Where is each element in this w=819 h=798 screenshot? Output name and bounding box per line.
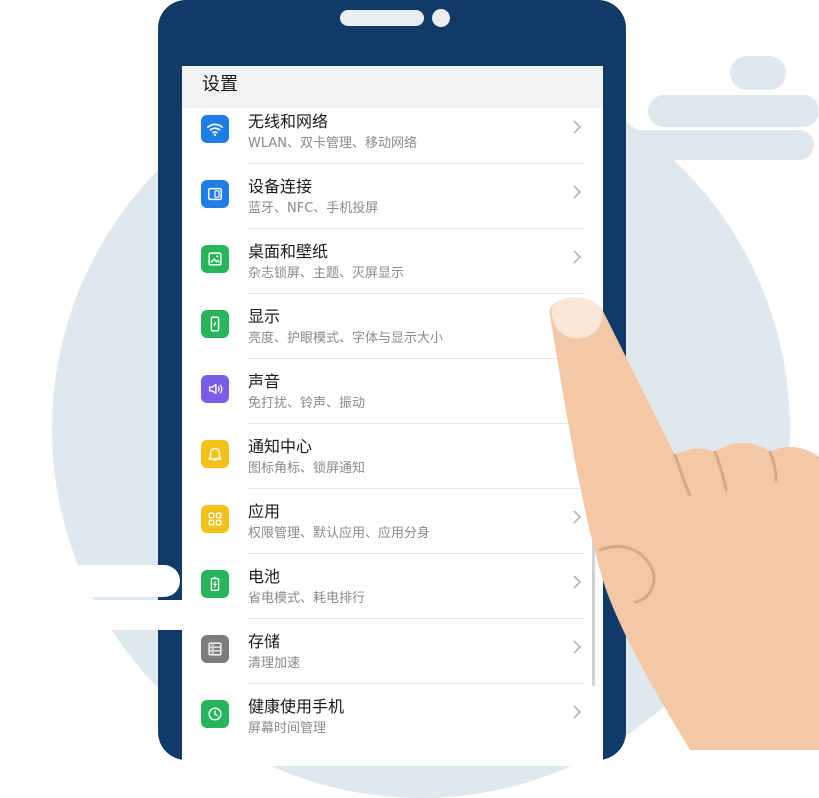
settings-item-sub: 屏幕时间管理 (248, 721, 327, 736)
settings-item-label: 桌面和壁纸 (248, 242, 329, 261)
settings-item-label: 电池 (248, 567, 281, 586)
settings-item-sub: 杂志锁屏、主题、灭屏显示 (248, 266, 405, 281)
bell-icon (201, 440, 229, 468)
chevron-right-icon (573, 250, 582, 264)
settings-item-sub: 图标角标、锁屏通知 (248, 461, 366, 476)
battery-icon (201, 570, 229, 598)
apps-icon (201, 505, 229, 533)
device-connection-icon (201, 180, 229, 208)
settings-item-sub: 亮度、护眼模式、字体与显示大小 (248, 331, 444, 346)
storage-icon (201, 635, 229, 663)
settings-item-sub: 权限管理、默认应用、应用分身 (248, 526, 431, 541)
foreground-cloud (60, 600, 220, 630)
health-icon (201, 700, 229, 728)
title-bar: 设置 (182, 66, 603, 108)
settings-item-sub: 清理加速 (248, 656, 301, 671)
settings-item-label: 应用 (248, 502, 281, 521)
background-cloud (648, 95, 819, 127)
sound-icon (201, 375, 229, 403)
settings-item-sub: 蓝牙、NFC、手机投屏 (248, 201, 379, 216)
page-title: 设置 (202, 74, 238, 95)
chevron-right-icon (573, 120, 582, 134)
display-icon (201, 310, 229, 338)
settings-item-label: 声音 (248, 372, 281, 391)
settings-item-label: 显示 (248, 307, 281, 326)
hand-pointer-illustration (549, 297, 819, 750)
settings-item-device-connection[interactable]: 设备连接 蓝牙、NFC、手机投屏 (182, 164, 603, 229)
settings-item-sub: 免打扰、铃声、振动 (248, 396, 366, 411)
settings-item-label: 设备连接 (248, 177, 313, 196)
settings-item-label: 无线和网络 (248, 112, 329, 131)
settings-item-sub: 省电模式、耗电排行 (248, 591, 366, 606)
foreground-cloud (0, 565, 180, 597)
phone-camera (432, 9, 450, 27)
phone-speaker (340, 10, 424, 26)
chevron-right-icon (573, 185, 582, 199)
wifi-icon (201, 115, 229, 143)
settings-item-label: 存储 (248, 632, 281, 651)
settings-item-sub: WLAN、双卡管理、移动网络 (248, 136, 418, 151)
settings-item-label: 通知中心 (248, 437, 313, 456)
settings-item-wireless[interactable]: 无线和网络 WLAN、双卡管理、移动网络 (182, 99, 603, 164)
wallpaper-icon (201, 245, 229, 273)
settings-item-label: 健康使用手机 (248, 697, 345, 716)
background-cloud (730, 56, 786, 90)
